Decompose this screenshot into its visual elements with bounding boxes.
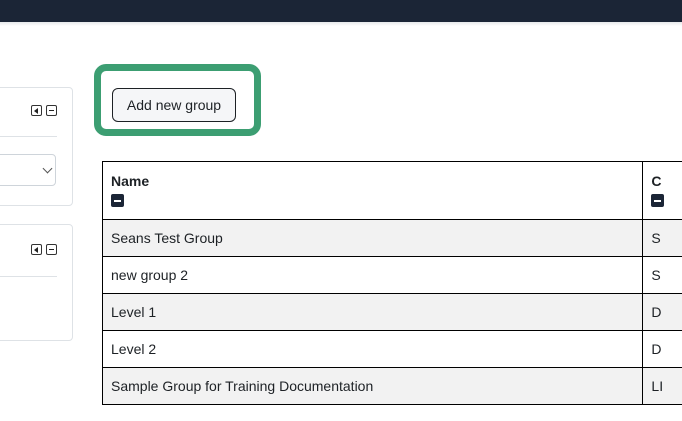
column-header-label: Name (111, 173, 634, 189)
move-left-icon[interactable] (31, 105, 42, 116)
groups-table-wrapper: Name C Seans Test Group S new group 2 S … (102, 161, 682, 421)
column-header-c[interactable]: C (643, 162, 682, 220)
table-row[interactable]: Level 1 D (103, 294, 682, 331)
cell-col2: D (643, 294, 682, 331)
chevron-down-icon (43, 164, 53, 174)
column-header-label: C (651, 173, 682, 189)
block-select[interactable] (0, 154, 56, 186)
collapse-icon[interactable] (46, 244, 57, 255)
column-collapse-icon[interactable] (651, 194, 664, 207)
side-block-1 (0, 87, 73, 206)
column-collapse-icon[interactable] (111, 194, 124, 207)
table-row[interactable]: Sample Group for Training Documentation … (103, 368, 682, 405)
table-row[interactable]: Level 2 D (103, 331, 682, 368)
block-controls (31, 244, 57, 255)
table-header-row: Name C (103, 162, 682, 220)
cell-name[interactable]: Level 2 (103, 331, 643, 368)
column-header-name[interactable]: Name (103, 162, 643, 220)
cell-name[interactable]: Sample Group for Training Documentation (103, 368, 643, 405)
cell-col2: LI (643, 368, 682, 405)
move-left-icon[interactable] (31, 244, 42, 255)
collapse-icon[interactable] (46, 105, 57, 116)
top-navbar (0, 0, 682, 22)
table-row[interactable]: Seans Test Group S (103, 220, 682, 257)
side-block-2 (0, 224, 73, 341)
cell-col2: S (643, 220, 682, 257)
cell-name[interactable]: Seans Test Group (103, 220, 643, 257)
cell-name[interactable]: Level 1 (103, 294, 643, 331)
block-divider (0, 276, 57, 277)
add-new-group-button[interactable]: Add new group (112, 88, 236, 122)
navbar-shadow (0, 22, 682, 26)
cell-name[interactable]: new group 2 (103, 257, 643, 294)
block-controls (31, 105, 57, 116)
groups-table: Name C Seans Test Group S new group 2 S … (102, 161, 682, 405)
block-divider (0, 136, 57, 137)
cell-col2: S (643, 257, 682, 294)
table-row[interactable]: new group 2 S (103, 257, 682, 294)
cell-col2: D (643, 331, 682, 368)
